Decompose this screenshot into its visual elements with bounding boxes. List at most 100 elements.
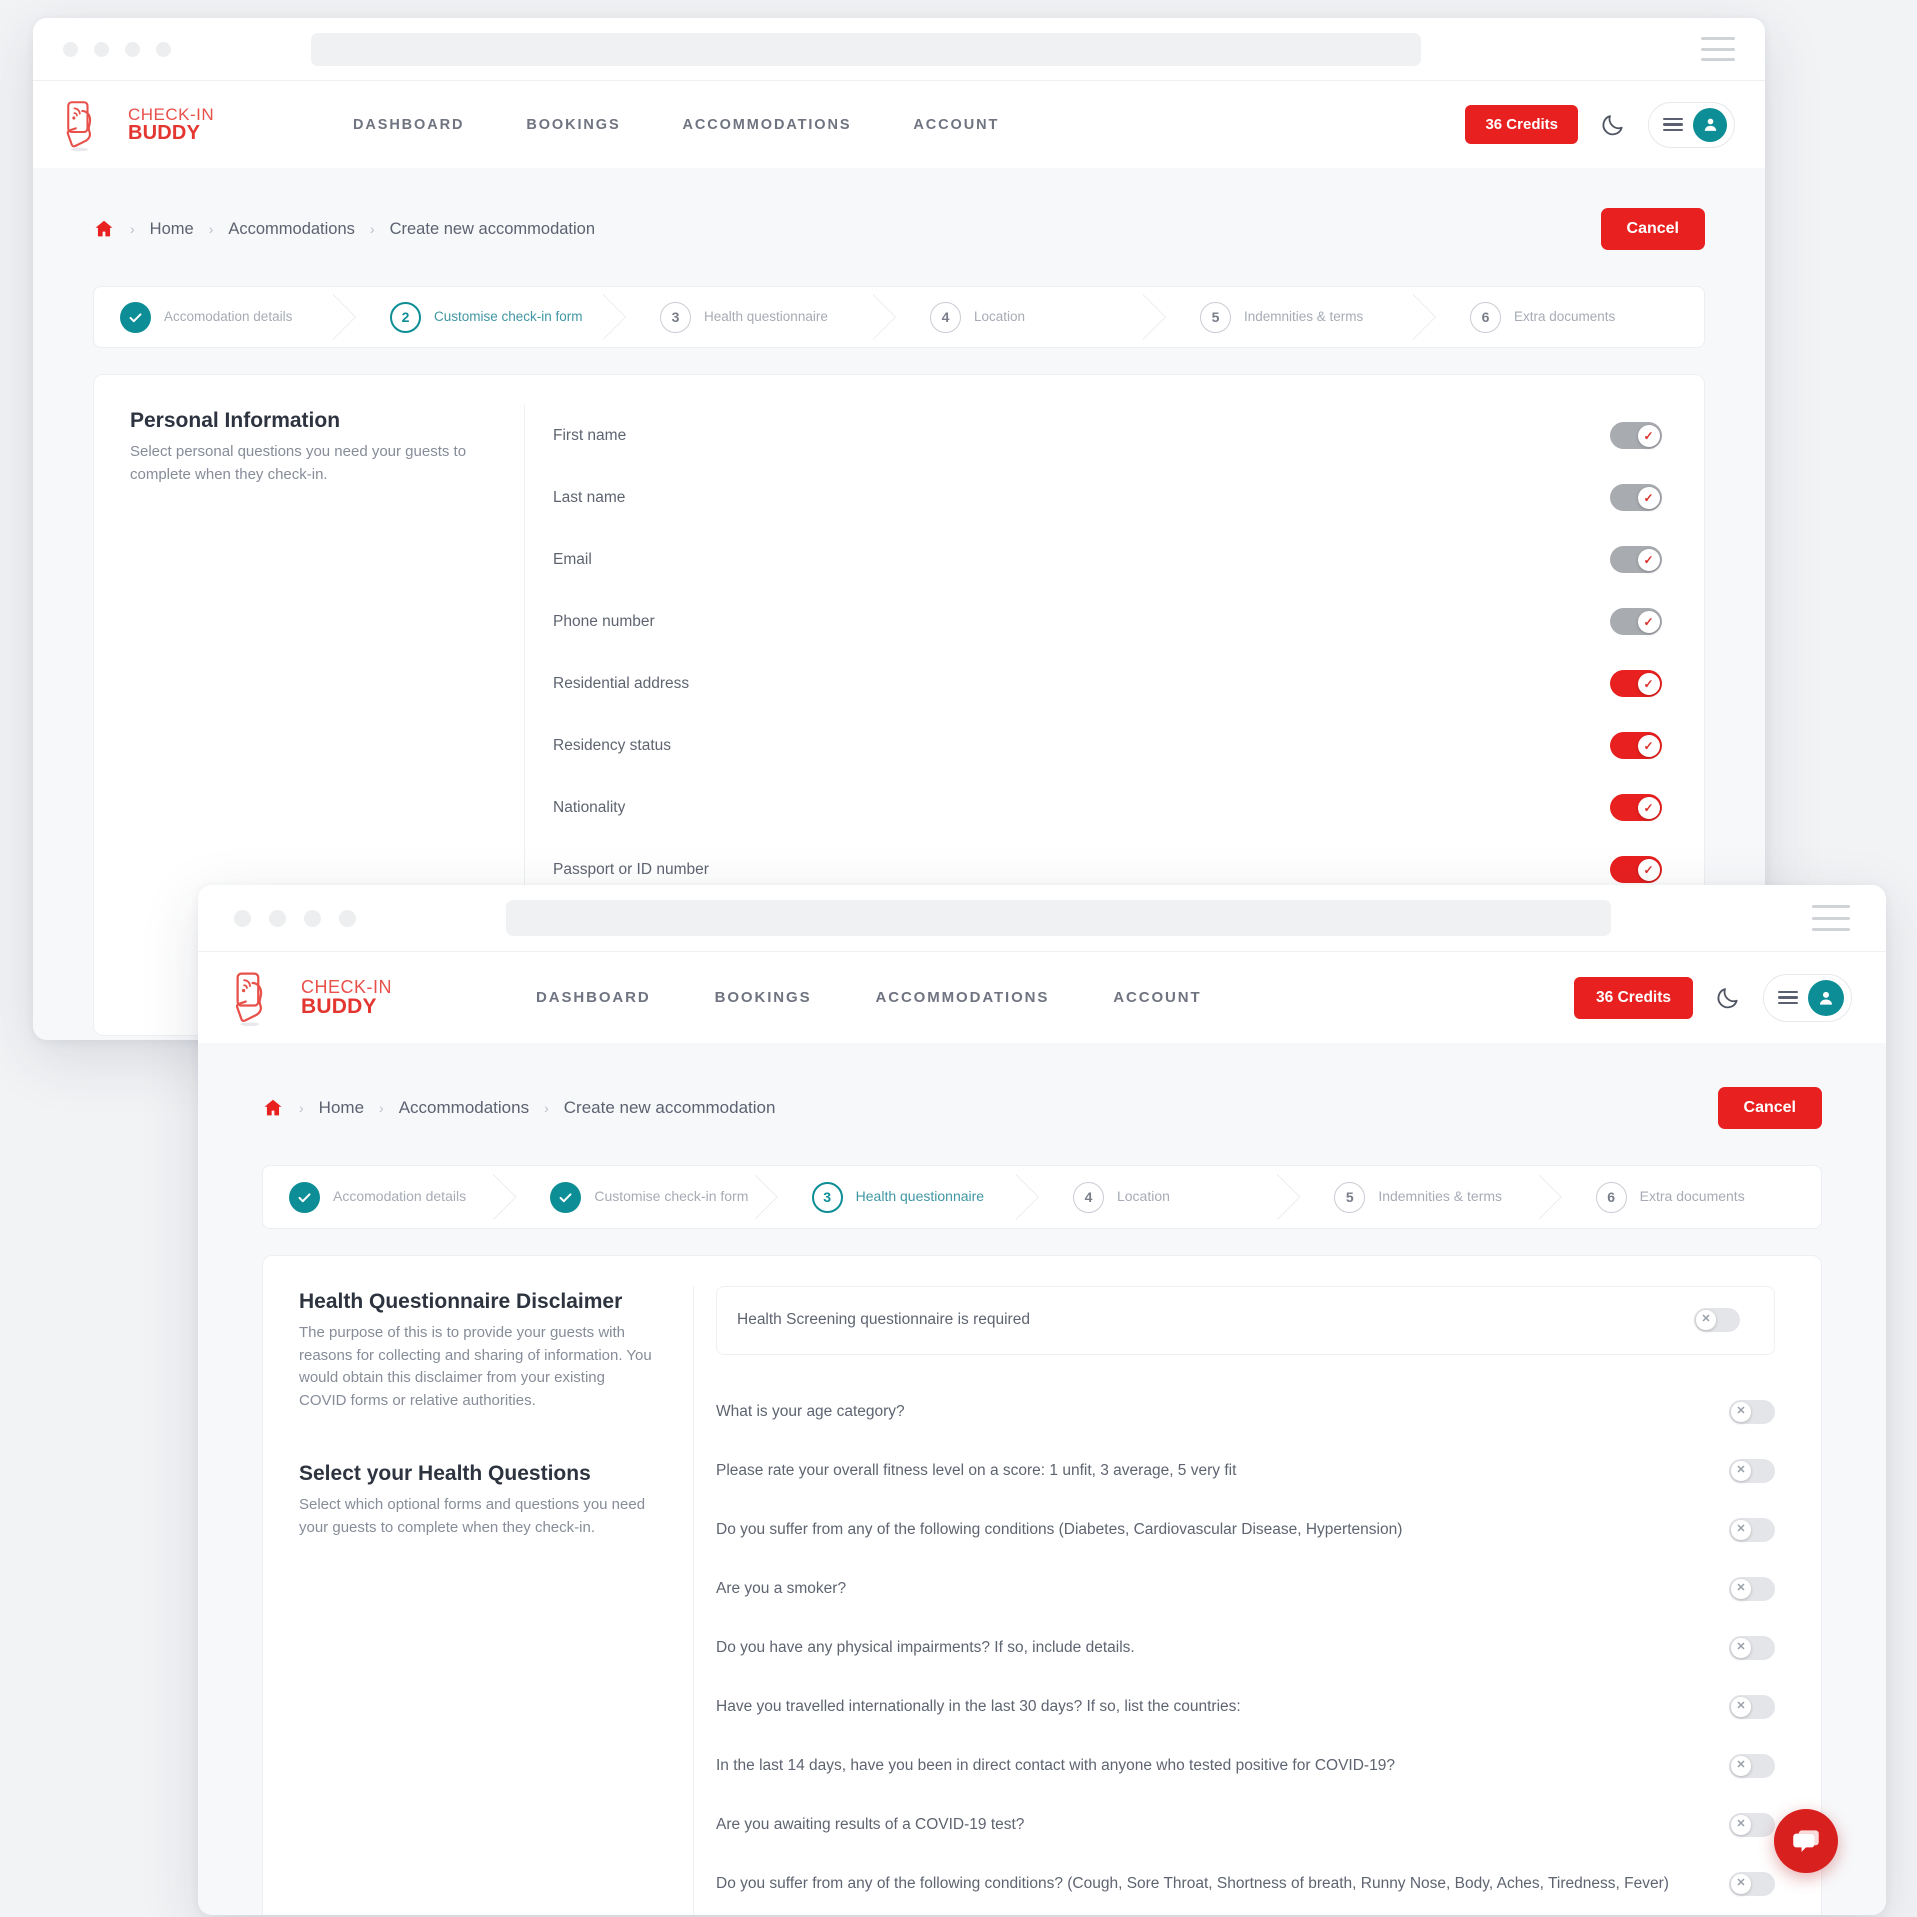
- stepper-step-label: Location: [1117, 1188, 1170, 1206]
- health-questionnaire-card: Health Questionnaire Disclaimer The purp…: [262, 1255, 1822, 1915]
- breadcrumb-item-accommodations[interactable]: Accommodations: [228, 220, 355, 239]
- nav-item-bookings[interactable]: BOOKINGS: [526, 117, 620, 133]
- option-toggle[interactable]: ✕: [1729, 1872, 1775, 1896]
- breadcrumb: › Home › Accommodations › Create new acc…: [93, 208, 1705, 250]
- stepper-step[interactable]: Accomodation details: [94, 287, 354, 347]
- nav-item-account[interactable]: ACCOUNT: [1113, 989, 1201, 1006]
- breadcrumb-separator: ›: [379, 1100, 384, 1116]
- stepper-step[interactable]: 5Indemnities & terms: [1164, 287, 1434, 347]
- window-controls[interactable]: [63, 42, 171, 57]
- breadcrumb-item-home[interactable]: Home: [150, 220, 194, 239]
- stepper-step-label: Customise check-in form: [594, 1188, 748, 1206]
- stepper-step[interactable]: 6Extra documents: [1560, 1166, 1821, 1228]
- option-toggle[interactable]: ✕: [1729, 1754, 1775, 1778]
- option-row: What is your age category?✕: [716, 1383, 1775, 1442]
- browser-menu-icon[interactable]: [1701, 37, 1735, 61]
- cancel-button[interactable]: Cancel: [1718, 1087, 1822, 1129]
- breadcrumb-item-accommodations[interactable]: Accommodations: [399, 1098, 529, 1118]
- window-control-dot[interactable]: [339, 910, 356, 927]
- chat-bubble-icon: [1789, 1824, 1823, 1858]
- stepper-step[interactable]: 4Location: [894, 287, 1164, 347]
- credits-button[interactable]: 36 Credits: [1574, 977, 1693, 1019]
- breadcrumb-item-home[interactable]: Home: [319, 1098, 364, 1118]
- option-toggle[interactable]: ✓: [1610, 422, 1662, 449]
- health-options: Health Screening questionnaire is requir…: [693, 1286, 1821, 1915]
- header-actions: 36 Credits: [1465, 102, 1735, 148]
- address-bar[interactable]: [311, 33, 1421, 66]
- option-toggle[interactable]: ✕: [1729, 1695, 1775, 1719]
- moon-icon[interactable]: [1600, 112, 1626, 138]
- stepper-step[interactable]: 2Customise check-in form: [354, 287, 624, 347]
- window-control-dot[interactable]: [234, 910, 251, 927]
- option-toggle[interactable]: ✓: [1610, 670, 1662, 697]
- foreground-browser-window: CHECK-IN BUDDY DASHBOARD BOOKINGS ACCOMM…: [198, 885, 1886, 1915]
- window-control-dot[interactable]: [94, 42, 109, 57]
- nav-item-dashboard[interactable]: DASHBOARD: [536, 989, 651, 1006]
- stepper-step-label: Health questionnaire: [704, 309, 828, 326]
- logo-text-line2: BUDDY: [128, 123, 214, 143]
- chat-widget-button[interactable]: [1774, 1809, 1838, 1873]
- option-toggle[interactable]: ✕: [1729, 1636, 1775, 1660]
- nav-item-accommodations[interactable]: ACCOMMODATIONS: [683, 117, 852, 133]
- app-header-front: CHECK-IN BUDDY DASHBOARD BOOKINGS ACCOMM…: [198, 951, 1886, 1043]
- hamburger-icon[interactable]: [1663, 118, 1683, 132]
- option-label: Residential address: [553, 673, 689, 695]
- user-menu-pill[interactable]: [1648, 102, 1735, 148]
- stepper-step[interactable]: 6Extra documents: [1434, 287, 1704, 347]
- option-toggle[interactable]: ✓: [1610, 794, 1662, 821]
- option-toggle[interactable]: ✕: [1694, 1308, 1740, 1332]
- cancel-button[interactable]: Cancel: [1601, 208, 1705, 250]
- questions-section-description: Select which optional forms and question…: [299, 1494, 653, 1539]
- option-toggle[interactable]: ✓: [1610, 546, 1662, 573]
- user-avatar-icon[interactable]: [1808, 980, 1844, 1016]
- app-logo[interactable]: CHECK-IN BUDDY: [232, 968, 462, 1028]
- page-body-front: › Home › Accommodations › Create new acc…: [198, 1043, 1886, 1915]
- option-toggle[interactable]: ✓: [1610, 484, 1662, 511]
- home-icon[interactable]: [262, 1097, 284, 1119]
- screenshot-stage: CHECK-IN BUDDY DASHBOARD BOOKINGS ACCOMM…: [0, 0, 1917, 1917]
- option-row: Do you have any physical impairments? If…: [716, 1619, 1775, 1678]
- browser-menu-icon[interactable]: [1812, 905, 1850, 931]
- option-toggle[interactable]: ✓: [1610, 856, 1662, 883]
- disclaimer-title: Health Questionnaire Disclaimer: [299, 1290, 653, 1314]
- stepper-step[interactable]: 3Health questionnaire: [776, 1166, 1037, 1228]
- step-check-icon: [550, 1182, 581, 1213]
- window-control-dot[interactable]: [269, 910, 286, 927]
- stepper-step[interactable]: Customise check-in form: [514, 1166, 775, 1228]
- nav-item-account[interactable]: ACCOUNT: [913, 117, 999, 133]
- window-control-dot[interactable]: [304, 910, 321, 927]
- app-header-back: CHECK-IN BUDDY DASHBOARD BOOKINGS ACCOMM…: [33, 80, 1765, 168]
- moon-icon[interactable]: [1715, 985, 1741, 1011]
- step-number: 6: [1596, 1182, 1627, 1213]
- option-toggle[interactable]: ✕: [1729, 1518, 1775, 1542]
- window-controls[interactable]: [234, 910, 356, 927]
- window-control-dot[interactable]: [63, 42, 78, 57]
- logo-text-line1: CHECK-IN: [128, 106, 214, 123]
- option-toggle[interactable]: ✕: [1729, 1813, 1775, 1837]
- home-icon[interactable]: [93, 218, 115, 240]
- option-toggle[interactable]: ✕: [1729, 1400, 1775, 1424]
- hamburger-icon[interactable]: [1778, 991, 1798, 1005]
- option-toggle[interactable]: ✕: [1729, 1459, 1775, 1483]
- nav-item-dashboard[interactable]: DASHBOARD: [353, 117, 464, 133]
- stepper-step-label: Location: [974, 309, 1025, 326]
- stepper-step[interactable]: 3Health questionnaire: [624, 287, 894, 347]
- nav-item-accommodations[interactable]: ACCOMMODATIONS: [875, 989, 1049, 1006]
- option-toggle[interactable]: ✓: [1610, 608, 1662, 635]
- window-control-dot[interactable]: [156, 42, 171, 57]
- window-control-dot[interactable]: [125, 42, 140, 57]
- nav-item-bookings[interactable]: BOOKINGS: [715, 989, 812, 1006]
- user-menu-pill[interactable]: [1763, 974, 1852, 1022]
- browser-chrome-back: [33, 18, 1765, 80]
- address-bar[interactable]: [506, 900, 1611, 936]
- section-title: Personal Information: [130, 409, 484, 433]
- stepper-step[interactable]: 4Location: [1037, 1166, 1298, 1228]
- option-toggle[interactable]: ✕: [1729, 1577, 1775, 1601]
- app-logo[interactable]: CHECK-IN BUDDY: [63, 97, 293, 153]
- user-avatar-icon[interactable]: [1693, 108, 1727, 142]
- credits-button[interactable]: 36 Credits: [1465, 105, 1578, 144]
- stepper-step[interactable]: 5Indemnities & terms: [1298, 1166, 1559, 1228]
- option-toggle[interactable]: ✓: [1610, 732, 1662, 759]
- stepper-step[interactable]: Accomodation details: [263, 1166, 514, 1228]
- logo-text-line1: CHECK-IN: [301, 978, 392, 996]
